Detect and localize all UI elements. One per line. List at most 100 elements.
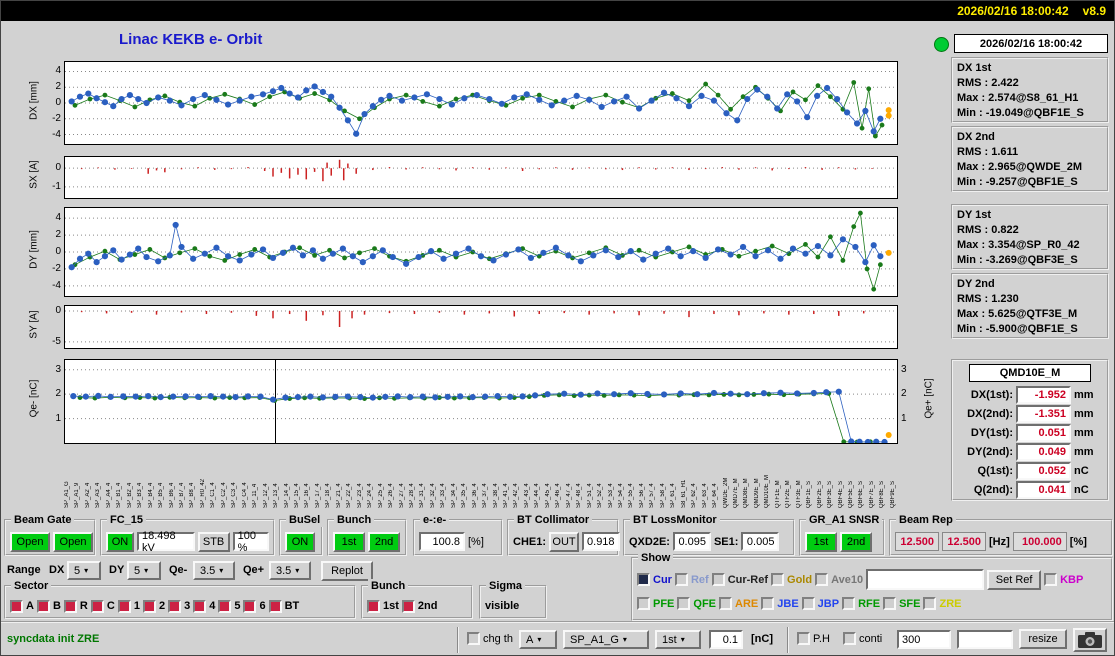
bpm-select[interactable]: SP_A1_G ▾ (563, 630, 649, 649)
bt-collimator-group: BT Collimator CHE1: OUT 0.918 (507, 513, 620, 556)
conti-checkbox[interactable]: conti (843, 632, 882, 645)
sector-select[interactable]: A ▾ (519, 630, 557, 649)
checkbox-icon (801, 597, 815, 610)
sector-checkbox-b[interactable]: B (36, 599, 61, 613)
checkbox-icon (771, 573, 785, 586)
fc15-on-button[interactable]: ON (106, 531, 134, 552)
replot-button[interactable]: Replot (321, 561, 373, 581)
beam-gate-open1-button[interactable]: Open (10, 531, 50, 552)
checkbox-label: 1 (133, 600, 140, 612)
sector-checkbox-a[interactable]: A (10, 599, 34, 613)
monitor-unit: mm (1074, 407, 1094, 420)
sector-checkbox-6[interactable]: 6 (243, 599, 266, 613)
bunch-2nd-button[interactable]: 2nd (368, 531, 400, 552)
checkbox-icon (637, 573, 650, 586)
ee-ratio-value: 100.8 (419, 532, 465, 551)
show-cur-ref-checkbox[interactable]: Cur-Ref (711, 573, 768, 586)
show-ref-checkbox[interactable]: Ref (674, 573, 709, 586)
chevron-down-icon: ▾ (622, 634, 627, 644)
range-qe-plus-label: Qe+ (243, 564, 265, 576)
sx-steering-plot: 0 -1 (52, 156, 898, 199)
range-qe-plus-select[interactable]: 3.5 ▾ (269, 561, 311, 580)
sector-checkbox-r[interactable]: R (63, 599, 88, 613)
busel-on-button[interactable]: ON (285, 531, 315, 552)
fc15-stb-button[interactable]: STB (197, 531, 230, 552)
checkbox-icon (367, 599, 380, 613)
monitor-row: DY(1st): 0.051 mm (957, 423, 1103, 442)
checkbox-icon (268, 599, 282, 613)
monitor-row: DY(2nd): 0.049 mm (957, 442, 1103, 461)
stats-max: Max : 3.354@SP_R0_42 (957, 239, 1080, 251)
beam-rep-value-1: 12.500 (895, 532, 939, 551)
stats-rms: RMS : 2.422 (957, 77, 1019, 89)
show-jbp-checkbox[interactable]: JBP (801, 597, 839, 610)
bunch-1st-checkbox[interactable]: 1st (367, 599, 399, 613)
checkbox-label: KBP (1060, 573, 1084, 586)
show-kbp-checkbox[interactable]: KBP (1044, 573, 1083, 586)
show-jbe-checkbox[interactable]: JBE (761, 597, 799, 610)
sector-checkbox-1[interactable]: 1 (117, 599, 140, 613)
range-qe-minus-select[interactable]: 3.5 ▾ (193, 561, 235, 580)
range-dx-select[interactable]: 5 ▾ (67, 561, 101, 580)
chg-th-checkbox[interactable]: chg th (467, 632, 513, 645)
resize-button[interactable]: resize (1019, 629, 1067, 649)
bunch-2nd-checkbox[interactable]: 2nd (401, 599, 437, 613)
stats-rms: RMS : 0.822 (957, 224, 1019, 236)
range-label: Range (7, 564, 41, 576)
bunch-1st-button[interactable]: 1st (333, 531, 365, 552)
show-rfe-checkbox[interactable]: RFE (842, 597, 880, 610)
group-label: BT LossMonitor (630, 513, 720, 527)
show-sfe-checkbox[interactable]: SFE (883, 597, 920, 610)
group-label: BuSel (286, 513, 324, 527)
set-ref-button[interactable]: Set Ref (987, 569, 1042, 590)
group-label: Bunch (334, 513, 375, 527)
show-ave10-checkbox[interactable]: Ave10 (815, 573, 863, 586)
che1-out-button[interactable]: OUT (549, 531, 580, 552)
checkbox-icon (843, 632, 856, 645)
dx-axis-label: DX [mm] (28, 81, 40, 120)
ref-name-input[interactable] (866, 569, 985, 590)
sector-checkbox-3[interactable]: 3 (168, 599, 190, 613)
aux-input[interactable] (957, 630, 1013, 649)
checkbox-icon (90, 599, 104, 613)
monitor-row: Q(1st): 0.052 nC (957, 461, 1103, 480)
sector-checkbox-4[interactable]: 4 (193, 599, 215, 613)
sector-checkbox-2[interactable]: 2 (142, 599, 165, 613)
ee-ratio-unit: [%] (468, 535, 484, 548)
show-qfe-checkbox[interactable]: QFE (677, 597, 716, 610)
show-zre-checkbox[interactable]: ZRE (923, 597, 961, 610)
gr-a1-2nd-button[interactable]: 2nd (840, 531, 872, 552)
sy-steering-plot: 0 -5 (52, 305, 898, 349)
sector-checkbox-bt[interactable]: BT (268, 599, 299, 613)
show-cur-checkbox[interactable]: Cur (637, 573, 672, 586)
threshold-input[interactable]: 0.1 (709, 630, 743, 649)
screenshot-button[interactable] (1073, 628, 1107, 652)
stats-max: Max : 5.625@QTF3E_M (957, 308, 1078, 320)
interval-input[interactable]: 300 (897, 630, 951, 649)
ph-checkbox[interactable]: P.H (797, 632, 830, 645)
range-dy-label: DY (109, 564, 125, 576)
beam-gate-open2-button[interactable]: Open (53, 531, 93, 552)
sector-checkbox-c[interactable]: C (90, 599, 115, 613)
checkbox-icon (10, 599, 23, 613)
titlebar-version: v8.9 (1082, 4, 1106, 18)
sector-checkbox-5[interactable]: 5 (218, 599, 240, 613)
che1-label: CHE1: (513, 535, 547, 548)
stats-min: Min : -19.049@QBF1E_S (957, 107, 1084, 119)
show-gold-checkbox[interactable]: Gold (771, 573, 812, 586)
checkbox-icon (1044, 573, 1058, 586)
gr-a1-snsr-group: GR_A1 SNSR 1st 2nd (799, 513, 885, 556)
group-label: BT Collimator (514, 513, 593, 527)
group-label: Beam Rep (896, 513, 956, 527)
show-are-checkbox[interactable]: ARE (719, 597, 758, 610)
stats-rms: RMS : 1.230 (957, 293, 1019, 305)
fc15-kv-value: 18.498 kV (137, 530, 195, 554)
gr-a1-1st-button[interactable]: 1st (805, 531, 837, 552)
sx-axis-label: SX [A] (28, 160, 40, 189)
monitor-unit: nC (1074, 464, 1089, 477)
bpm-monitor-title[interactable]: QMD10E_M (969, 364, 1091, 382)
sigma-visible-toggle[interactable]: visible (485, 600, 519, 612)
show-pfe-checkbox[interactable]: PFE (637, 597, 674, 610)
range-dy-select[interactable]: 5 ▾ (127, 561, 161, 580)
bunch-select[interactable]: 1st ▾ (655, 630, 701, 649)
